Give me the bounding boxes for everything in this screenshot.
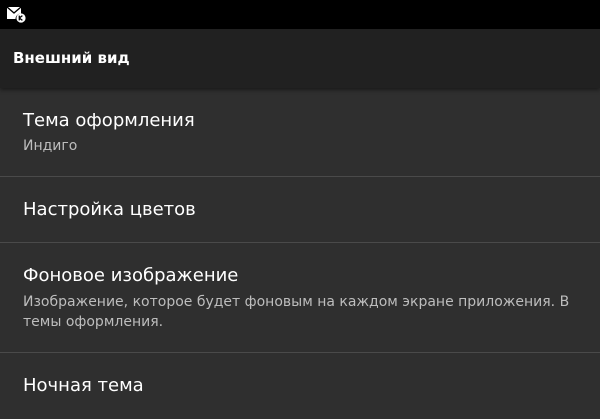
pref-title: Тема оформления [23,110,195,131]
pref-summary: Индиго [23,138,78,154]
pref-item-night-theme[interactable]: Ночная тема [0,353,600,419]
settings-screen: Внешний вид Тема оформления Индиго Настр… [0,0,600,419]
status-bar [0,0,600,29]
pref-item-background-image[interactable]: Фоновое изображение Изображение, которое… [0,243,600,352]
preferences-list: Тема оформления Индиго Настройка цветов … [0,88,600,419]
pref-title: Фоновое изображение [23,265,239,286]
mail-k-icon [6,6,26,23]
pref-title: Настройка цветов [23,199,196,220]
app-bar: Внешний вид [0,29,600,88]
pref-summary-line: темы оформления. [23,314,164,330]
pref-title: Ночная тема [23,375,144,396]
page-title: Внешний вид [13,49,130,67]
pref-summary-line: Изображение, которое будет фоновым на ка… [23,294,570,310]
pref-item-theme[interactable]: Тема оформления Индиго [0,88,600,176]
pref-item-color-settings[interactable]: Настройка цветов [0,177,600,242]
